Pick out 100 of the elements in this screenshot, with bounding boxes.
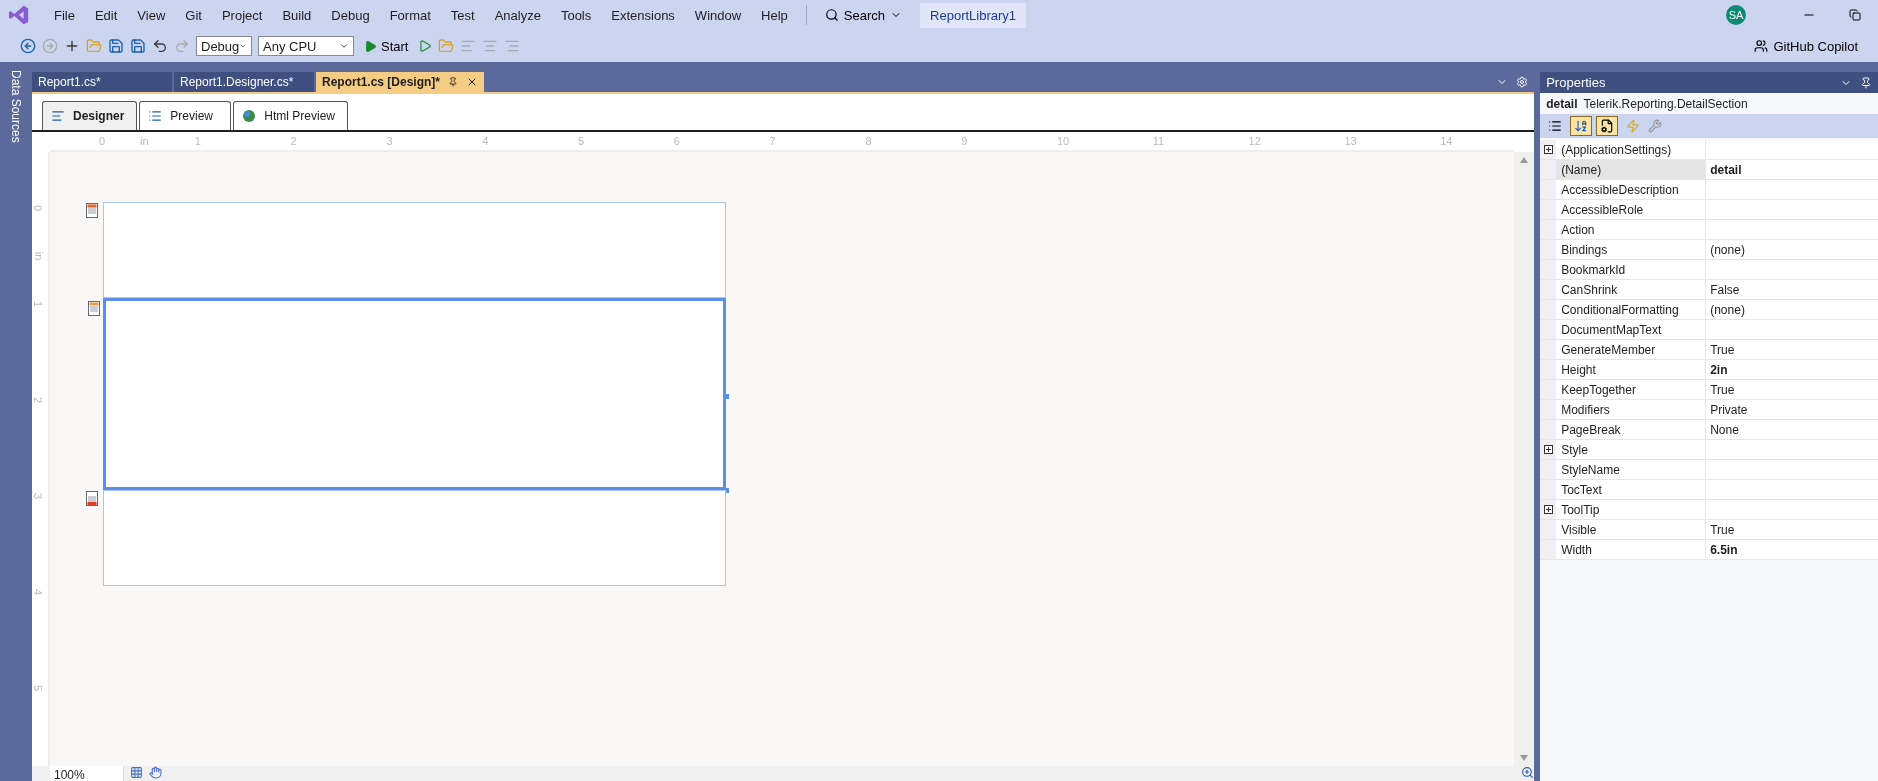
property-name[interactable]: StyleName xyxy=(1556,460,1707,479)
platform-dropdown[interactable]: Any CPU xyxy=(258,36,354,56)
view-button[interactable] xyxy=(1596,116,1619,136)
property-value[interactable]: True xyxy=(1706,340,1878,359)
property-name[interactable]: TocText xyxy=(1556,480,1707,499)
hand-icon[interactable] xyxy=(149,766,162,779)
ruler-label: in xyxy=(140,135,149,147)
property-name[interactable]: ConditionalFormatting xyxy=(1556,300,1707,319)
plus-icon[interactable] xyxy=(64,38,80,54)
copilot-button[interactable]: GitHub Copilot xyxy=(1748,37,1864,55)
ruler-label: 3 xyxy=(32,492,45,500)
menu-item[interactable]: Format xyxy=(379,7,441,23)
property-value[interactable]: False xyxy=(1706,280,1878,299)
resize-handle[interactable] xyxy=(724,394,729,399)
property-name[interactable]: AccessibleDescription xyxy=(1556,180,1707,199)
start-button[interactable]: Start xyxy=(360,38,413,54)
solution-name: ReportLibrary1 xyxy=(920,2,1027,28)
undo-icon[interactable] xyxy=(152,38,168,54)
back-icon[interactable] xyxy=(20,38,36,54)
list-icon xyxy=(148,109,163,123)
document-tab[interactable]: Report1.cs [Design]* xyxy=(316,72,484,92)
app-logo xyxy=(8,4,30,26)
account-avatar[interactable]: SA xyxy=(1726,5,1746,25)
property-name[interactable]: (Name) xyxy=(1556,160,1707,179)
property-name[interactable]: (ApplicationSettings) xyxy=(1556,140,1707,159)
wrench-icon[interactable] xyxy=(1648,119,1663,133)
vertical-scrollbar[interactable] xyxy=(1514,152,1535,766)
folder-icon[interactable] xyxy=(86,38,102,54)
save-icon[interactable] xyxy=(108,38,124,54)
property-name[interactable]: ToolTip xyxy=(1556,500,1707,519)
property-name[interactable]: Action xyxy=(1556,220,1707,239)
redo-icon[interactable] xyxy=(174,38,190,54)
property-name[interactable]: CanShrink xyxy=(1556,280,1707,299)
menu-item[interactable]: Analyze xyxy=(484,7,551,23)
expand-icon[interactable] xyxy=(1543,145,1553,154)
grid-icon[interactable] xyxy=(130,766,143,779)
ruler-label: 4 xyxy=(32,588,45,596)
scroll-up-icon[interactable] xyxy=(1519,156,1530,164)
data-sources-tab[interactable]: Data Sources xyxy=(9,70,23,143)
align-center-icon[interactable] xyxy=(482,38,499,54)
scroll-down-icon[interactable] xyxy=(1519,754,1530,762)
property-value[interactable]: detail xyxy=(1706,160,1878,179)
play-outline-icon[interactable] xyxy=(418,39,433,53)
property-value[interactable]: True xyxy=(1706,380,1878,399)
designer-tab[interactable]: Preview xyxy=(139,101,232,130)
designer-tab[interactable]: Designer xyxy=(42,101,138,130)
settings-icon[interactable] xyxy=(1516,76,1529,88)
ruler-label: 14 xyxy=(1440,135,1453,147)
ruler-label: in xyxy=(33,251,46,261)
property-value[interactable]: 2in xyxy=(1706,360,1878,379)
property-value[interactable]: 6.5in xyxy=(1706,540,1878,559)
pin-icon[interactable] xyxy=(448,77,458,87)
property-name[interactable]: DocumentMapText xyxy=(1556,320,1707,339)
expand-icon[interactable] xyxy=(1543,445,1553,454)
menu-item[interactable]: Window xyxy=(684,7,752,23)
property-value[interactable]: (none) xyxy=(1706,300,1878,319)
search-button[interactable]: Search xyxy=(814,7,913,23)
save-all-icon[interactable] xyxy=(130,38,146,54)
configuration-dropdown[interactable]: Debug xyxy=(196,36,252,56)
property-name[interactable]: BookmarkId xyxy=(1556,260,1707,279)
menu-item[interactable]: Extensions xyxy=(601,7,685,23)
property-name[interactable]: Bindings xyxy=(1556,240,1707,259)
property-value[interactable]: None xyxy=(1706,420,1878,439)
zoom-icon[interactable] xyxy=(1521,766,1535,779)
align-right-icon[interactable] xyxy=(504,38,521,54)
close-icon[interactable] xyxy=(466,76,478,88)
menu-item[interactable]: Build xyxy=(272,7,322,23)
menu-item[interactable]: File xyxy=(44,7,85,23)
folder-icon[interactable] xyxy=(438,38,455,54)
property-name[interactable]: Height xyxy=(1556,360,1707,379)
designer-tab[interactable]: Html Preview xyxy=(233,101,349,130)
document-tab[interactable]: Report1.cs* xyxy=(32,72,172,92)
zoom-field[interactable]: 100% xyxy=(50,766,124,781)
menu-item[interactable]: Help xyxy=(751,7,798,23)
menu-item[interactable]: View xyxy=(127,7,176,23)
property-value[interactable]: (none) xyxy=(1706,240,1878,259)
menu-item[interactable]: Debug xyxy=(321,7,380,23)
property-value[interactable]: True xyxy=(1706,520,1878,539)
menu-item[interactable]: Edit xyxy=(84,7,128,23)
property-value[interactable]: Private xyxy=(1706,400,1878,419)
align-left-icon[interactable] xyxy=(460,38,477,54)
property-name[interactable]: PageBreak xyxy=(1556,420,1707,439)
menu-item[interactable]: Project xyxy=(211,7,273,23)
expand-icon[interactable] xyxy=(1543,505,1553,514)
property-name[interactable]: Modifiers xyxy=(1556,400,1707,419)
object-name: detail xyxy=(1546,96,1578,111)
property-name[interactable]: GenerateMember xyxy=(1556,340,1707,359)
property-name[interactable]: Visible xyxy=(1556,520,1707,539)
property-name[interactable]: Width xyxy=(1556,540,1707,559)
forward-icon[interactable] xyxy=(42,38,58,54)
ruler-label: 2 xyxy=(32,396,45,404)
caret-icon xyxy=(339,41,349,51)
pin-icon[interactable] xyxy=(1860,76,1872,89)
property-name[interactable]: Style xyxy=(1556,440,1707,459)
property-name[interactable]: KeepTogether xyxy=(1556,380,1707,399)
menu-item[interactable]: Git xyxy=(175,7,212,23)
menu-item[interactable]: Test xyxy=(440,7,485,23)
document-tab[interactable]: Report1.Designer.cs* xyxy=(174,72,314,92)
property-name[interactable]: AccessibleRole xyxy=(1556,200,1707,219)
menu-item[interactable]: Tools xyxy=(550,7,602,23)
